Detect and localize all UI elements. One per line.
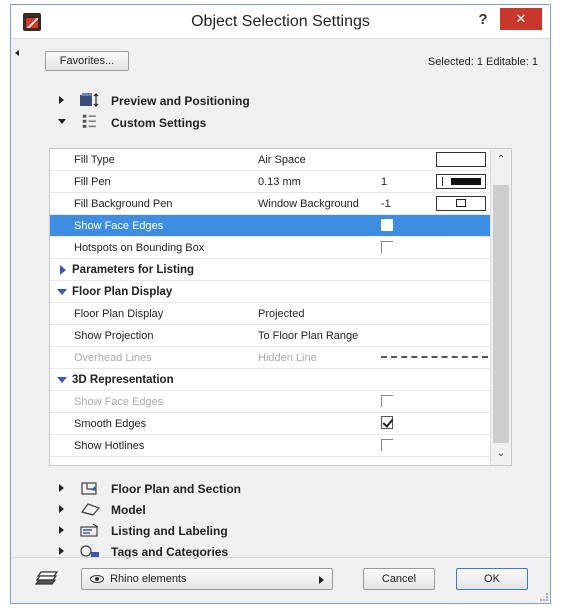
pen-divider-icon [442,177,443,186]
param-name: Show Face Edges [74,396,164,408]
param-name: Fill Background Pen [74,198,173,210]
section-label: Floor Plan and Section [111,482,242,496]
section-label: Preview and Positioning [111,94,250,108]
param-value: Air Space [258,154,306,166]
param-name: Overhead Lines [74,352,152,364]
layers-icon [35,571,59,585]
fill-type-swatch[interactable] [436,152,486,167]
preview-positioning-icon [80,93,99,107]
background-pen-swatch[interactable] [436,196,486,211]
smooth-edges-checkbox[interactable] [381,416,393,429]
show-face-edges-checkbox[interactable] [381,219,393,231]
section-model[interactable]: Model [49,500,519,520]
param-name: Show Projection [74,330,154,342]
scroll-down-icon[interactable]: ⌄ [491,445,511,463]
eye-icon [90,575,104,584]
section-preview-positioning[interactable]: Preview and Positioning [49,91,519,111]
group-label: Floor Plan Display [72,286,173,298]
listing-labeling-icon [80,523,99,537]
param-row-show-face-edges[interactable]: Show Face Edges [50,215,490,237]
custom-settings-icon [82,114,96,128]
group-label: 3D Representation [72,374,174,386]
model-icon [80,503,101,516]
expand-arrow-icon [59,484,64,492]
param-row-smooth-edges[interactable]: Smooth Edges [50,413,490,435]
section-listing-and-labeling[interactable]: Listing and Labeling [49,521,519,541]
param-row-show-projection[interactable]: Show Projection To Floor Plan Range [50,325,490,347]
group-parameters-for-listing[interactable]: Parameters for Listing [50,259,490,281]
collapse-arrow-icon [58,119,66,124]
expand-arrow-icon [59,505,64,513]
group-floor-plan-display[interactable]: Floor Plan Display [50,281,490,303]
title-bar: Object Selection Settings ? ✕ [11,5,550,39]
param-row-overhead-lines: Overhead Lines Hidden Line [50,347,490,369]
collapse-arrow-icon [57,377,67,383]
section-floor-plan-and-section[interactable]: Floor Plan and Section [49,479,519,499]
param-row-fill-background-pen[interactable]: Fill Background Pen Window Background -1 [50,193,490,215]
param-name: Show Face Edges [74,220,164,232]
param-value: Hidden Line [258,352,317,364]
param-row-fill-pen[interactable]: Fill Pen 0.13 mm 1 [50,171,490,193]
param-name: Show Hotlines [74,440,145,452]
param-name: Smooth Edges [74,418,147,430]
expand-arrow-icon [59,526,64,534]
param-name: Fill Pen [74,176,111,188]
group-label: Parameters for Listing [72,264,195,276]
hotspots-checkbox[interactable] [381,241,393,253]
section-custom-settings[interactable]: Custom Settings [49,112,519,132]
pen-color-icon [451,178,481,185]
cancel-button[interactable]: Cancel [363,568,435,590]
param-name: Fill Type [74,154,115,166]
collapse-arrow-icon[interactable] [15,50,19,56]
expand-arrow-icon [60,265,66,275]
expand-arrow-icon [59,547,64,555]
param-row-floor-plan-display[interactable]: Floor Plan Display Projected [50,303,490,325]
expand-arrow-icon [59,96,64,104]
param-name: Floor Plan Display [74,308,164,320]
pen-number: 1 [381,176,388,188]
line-type-preview [381,356,488,358]
layer-selector-button[interactable]: Rhino elements [81,568,333,590]
fill-pen-swatch[interactable] [436,174,486,189]
layer-name: Rhino elements [110,573,187,585]
scroll-up-icon[interactable]: ⌃ [491,151,511,169]
param-value: Projected [258,308,305,320]
submenu-arrow-icon [319,576,324,584]
param-value: To Floor Plan Range [258,330,359,342]
param-value: Window Background [258,198,359,210]
parameter-list[interactable]: Fill Type Air Space Fill Pen 0.13 mm 1 F… [49,148,512,466]
param-value: 0.13 mm [258,176,301,188]
help-button[interactable]: ? [472,11,494,31]
dialog-window: Object Selection Settings ? ✕ Favorites.… [10,4,551,604]
param-name: Hotspots on Bounding Box [74,242,205,254]
window-background-icon [456,199,466,207]
collapse-arrow-icon [57,289,67,295]
scroll-thumb[interactable] [493,185,509,443]
close-button[interactable]: ✕ [500,8,542,30]
param-row-hotspots[interactable]: Hotspots on Bounding Box [50,237,490,259]
section-label: Model [111,503,146,517]
favorites-button[interactable]: Favorites... [45,51,129,71]
section-label: Custom Settings [111,116,207,130]
window-title: Object Selection Settings [191,13,370,30]
pen-number: -1 [381,198,391,210]
ok-button[interactable]: OK [456,568,528,590]
param-row-show-hotlines[interactable]: Show Hotlines [50,435,490,457]
floor-plan-section-icon [81,482,97,495]
show-face-edges-3d-checkbox [381,395,393,407]
section-label: Listing and Labeling [111,524,228,538]
selection-status: Selected: 1 Editable: 1 [427,56,538,68]
resize-grip-icon[interactable] [540,593,548,601]
param-row-show-face-edges-3d: Show Face Edges [50,391,490,413]
group-3d-representation[interactable]: 3D Representation [50,369,490,391]
param-row-fill-type[interactable]: Fill Type Air Space [50,149,490,171]
show-hotlines-checkbox[interactable] [381,439,393,451]
vertical-scrollbar[interactable]: ⌃ ⌄ [490,149,511,465]
